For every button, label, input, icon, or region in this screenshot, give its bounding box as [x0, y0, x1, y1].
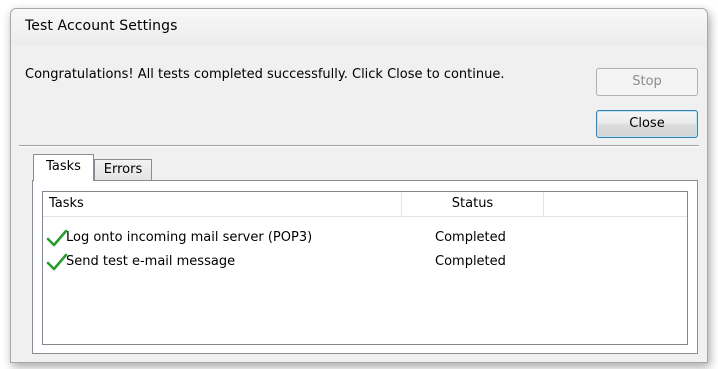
- close-button[interactable]: Close: [596, 110, 698, 138]
- table-row[interactable]: Log onto incoming mail server (POP3) Com…: [43, 228, 687, 250]
- tab-errors[interactable]: Errors: [94, 159, 152, 181]
- task-status: Completed: [435, 254, 506, 269]
- list-header: Tasks Status: [43, 192, 687, 217]
- check-icon: [46, 253, 68, 271]
- table-row[interactable]: Send test e-mail message Completed: [43, 252, 687, 274]
- title-bar[interactable]: Test Account Settings: [11, 9, 707, 45]
- dialog-title: Test Account Settings: [25, 18, 178, 34]
- test-account-settings-dialog: Test Account Settings Congratulations! A…: [10, 8, 708, 363]
- stop-button[interactable]: Stop: [596, 68, 698, 96]
- column-header-tasks[interactable]: Tasks: [43, 192, 402, 216]
- column-header-status[interactable]: Status: [402, 192, 544, 216]
- tasks-list[interactable]: Tasks Status Log onto incoming mail serv…: [42, 191, 688, 345]
- task-name: Send test e-mail message: [66, 254, 236, 269]
- tab-tasks[interactable]: Tasks: [33, 154, 94, 181]
- check-icon: [46, 229, 68, 247]
- task-status: Completed: [435, 230, 506, 245]
- task-name: Log onto incoming mail server (POP3): [66, 230, 313, 245]
- status-message: Congratulations! All tests completed suc…: [25, 67, 505, 82]
- separator: [19, 145, 699, 147]
- tasks-tab-panel: Tasks Status Log onto incoming mail serv…: [32, 180, 698, 354]
